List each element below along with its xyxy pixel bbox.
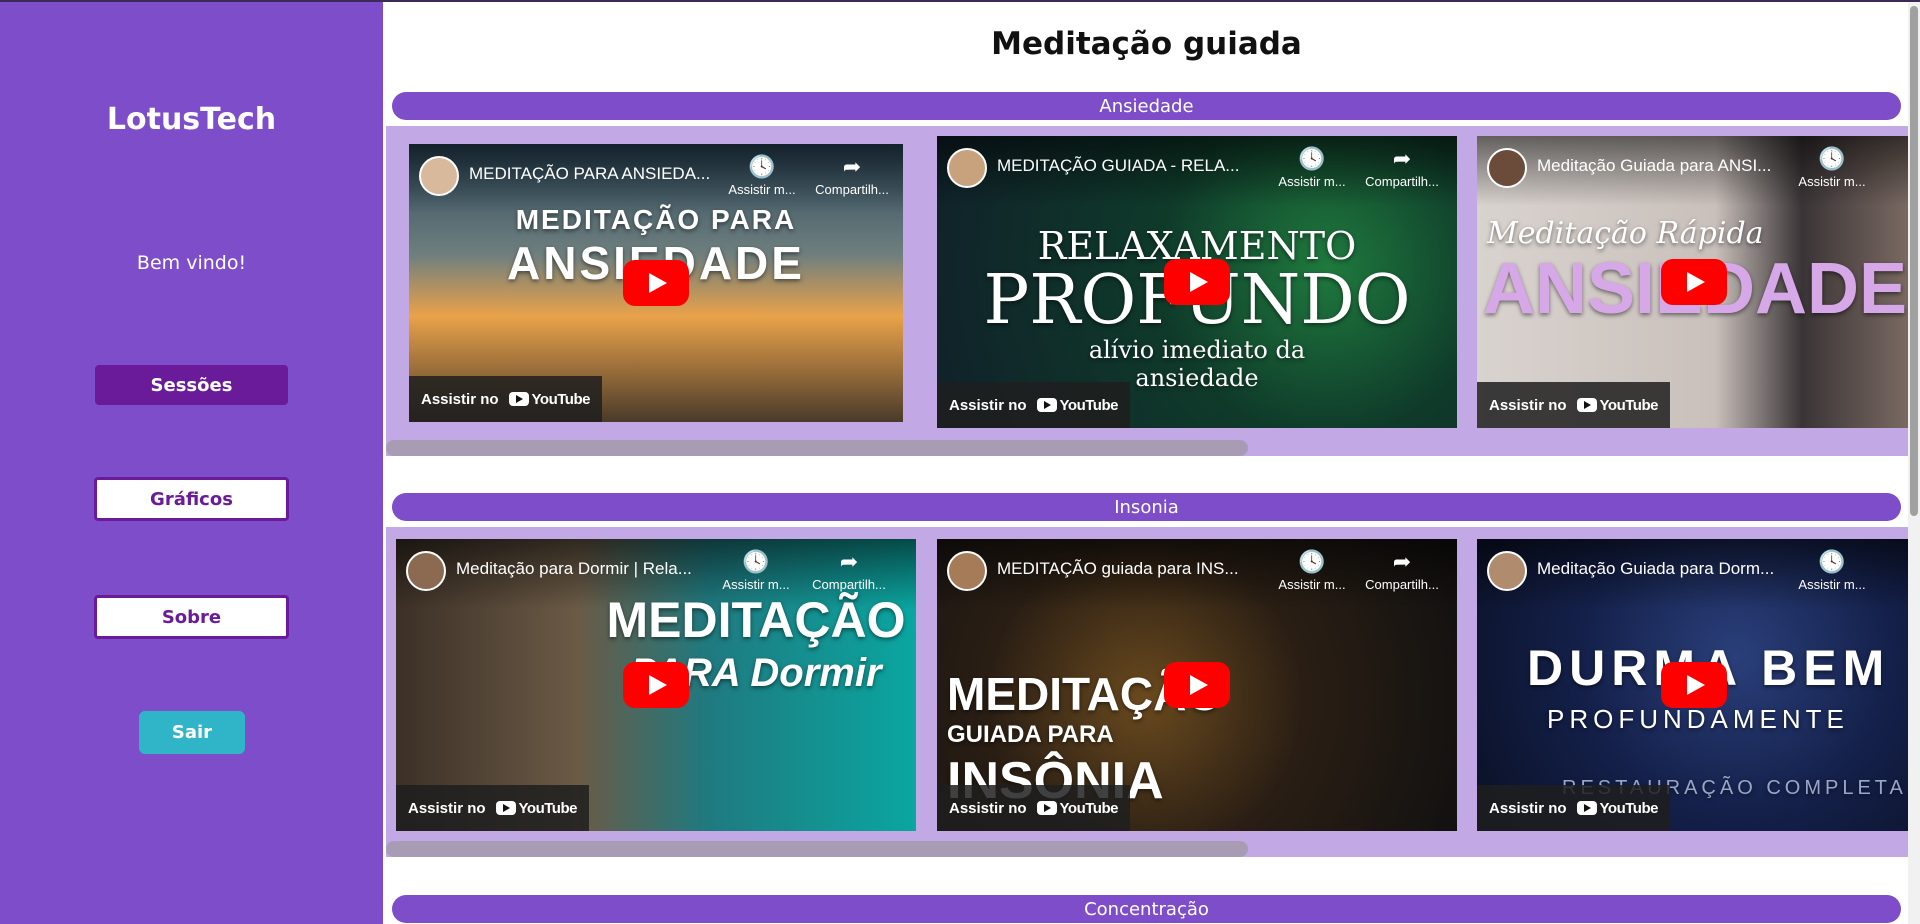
clock-icon: 🕓 xyxy=(1298,146,1326,171)
share-icon: ➦ xyxy=(1392,146,1412,171)
channel-avatar[interactable] xyxy=(419,156,459,196)
carousel-ansiedade[interactable]: MEDITAÇÃO PARA ANSIEDA... 🕓 Assistir m...… xyxy=(386,126,1910,456)
video-player[interactable]: Meditação Guiada para Dorm... 🕓 Assistir … xyxy=(1477,539,1910,831)
channel-avatar[interactable] xyxy=(947,551,987,591)
watch-later-button[interactable]: 🕓 Assistir m... xyxy=(717,154,807,198)
logout-button[interactable]: Sair xyxy=(139,711,245,754)
carousel-insonia[interactable]: Meditação para Dormir | Rela... 🕓 Assisti… xyxy=(386,527,1910,857)
watch-on-youtube-button[interactable]: Assistir no YouTube xyxy=(1477,785,1670,831)
clock-icon: 🕓 xyxy=(1818,146,1846,171)
page-title: Meditação guiada xyxy=(991,26,1302,62)
nav-sobre-button[interactable]: Sobre xyxy=(94,595,289,639)
brand-logo: LotusTech xyxy=(106,102,277,137)
share-button[interactable]: ➦ Compartilh... xyxy=(804,549,894,593)
main-content: Meditação guiada Ansiedade MEDITAÇÃO PAR… xyxy=(383,0,1920,924)
video-title[interactable]: MEDITAÇÃO GUIADA - RELA... xyxy=(997,156,1297,176)
play-button[interactable] xyxy=(1164,259,1230,305)
carousel-scrollbar[interactable] xyxy=(386,841,1248,857)
channel-avatar[interactable] xyxy=(406,551,446,591)
share-icon: ➦ xyxy=(1392,549,1412,574)
share-button[interactable]: ➦ Compartilh... xyxy=(807,154,897,198)
watch-later-button[interactable]: 🕓 Assistir m... xyxy=(1787,549,1877,593)
clock-icon: 🕓 xyxy=(1818,549,1846,574)
section-header-insonia: Insonia xyxy=(392,493,1901,521)
youtube-logo-icon: YouTube xyxy=(1036,397,1118,414)
carousel-scrollbar[interactable] xyxy=(386,440,1248,456)
channel-avatar[interactable] xyxy=(1487,551,1527,591)
youtube-logo-icon: YouTube xyxy=(508,391,590,408)
watch-on-youtube-button[interactable]: Assistir no YouTube xyxy=(396,785,589,831)
sidebar: LotusTech Bem vindo! Sessões Gráficos So… xyxy=(0,0,383,924)
watch-later-button[interactable]: 🕓 Assistir m... xyxy=(1267,146,1357,190)
play-button[interactable] xyxy=(1164,662,1230,708)
nav-sessoes-button[interactable]: Sessões xyxy=(95,365,288,405)
section-header-concentracao: Concentração xyxy=(392,895,1901,923)
youtube-logo-icon: YouTube xyxy=(1576,800,1658,817)
channel-avatar[interactable] xyxy=(1487,148,1527,188)
video-title[interactable]: MEDITAÇÃO guiada para INS... xyxy=(997,559,1297,579)
share-button[interactable]: ➦ Compartilh... xyxy=(1357,549,1447,593)
share-icon: ➦ xyxy=(1875,148,1910,170)
share-icon: ➦ xyxy=(839,549,859,574)
play-button[interactable] xyxy=(1660,259,1727,305)
video-player[interactable]: MEDITAÇÃO guiada para INS... 🕓 Assistir m… xyxy=(937,539,1457,831)
video-player[interactable]: Meditação para Dormir | Rela... 🕓 Assisti… xyxy=(396,539,916,831)
watch-on-youtube-button[interactable]: Assistir no YouTube xyxy=(1477,382,1670,428)
watch-later-button[interactable]: 🕓 Assistir m... xyxy=(711,549,801,593)
play-button[interactable] xyxy=(1660,662,1727,708)
nav-graficos-button[interactable]: Gráficos xyxy=(94,477,289,521)
play-button[interactable] xyxy=(623,260,689,306)
watch-later-button[interactable]: 🕓 Assistir m... xyxy=(1267,549,1357,593)
youtube-logo-icon: YouTube xyxy=(1036,800,1118,817)
clock-icon: 🕓 xyxy=(742,549,770,574)
play-button[interactable] xyxy=(623,662,689,708)
share-button[interactable]: ➦ Compartilh... xyxy=(1357,146,1447,190)
watch-on-youtube-button[interactable]: Assistir no YouTube xyxy=(937,785,1130,831)
watch-on-youtube-button[interactable]: Assistir no YouTube xyxy=(409,376,602,422)
page-scrollbar-thumb[interactable] xyxy=(1910,6,1918,516)
page-scrollbar[interactable] xyxy=(1908,2,1920,924)
clock-icon: 🕓 xyxy=(1298,549,1326,574)
video-player[interactable]: MEDITAÇÃO PARA ANSIEDA... 🕓 Assistir m...… xyxy=(409,144,903,422)
watch-later-button[interactable]: 🕓 Assistir m... xyxy=(1787,146,1877,190)
section-header-ansiedade: Ansiedade xyxy=(392,92,1901,120)
watch-on-youtube-button[interactable]: Assistir no YouTube xyxy=(937,382,1130,428)
youtube-logo-icon: YouTube xyxy=(495,800,577,817)
video-player[interactable]: Meditação Guiada para ANSI... 🕓 Assistir … xyxy=(1477,136,1910,428)
youtube-logo-icon: YouTube xyxy=(1576,397,1658,414)
share-button[interactable]: ➦Co xyxy=(1875,148,1910,189)
share-icon: ➦ xyxy=(842,154,862,179)
video-player[interactable]: MEDITAÇÃO GUIADA - RELA... 🕓 Assistir m..… xyxy=(937,136,1457,428)
channel-avatar[interactable] xyxy=(947,148,987,188)
welcome-text: Bem vindo! xyxy=(136,252,247,274)
clock-icon: 🕓 xyxy=(748,154,776,179)
